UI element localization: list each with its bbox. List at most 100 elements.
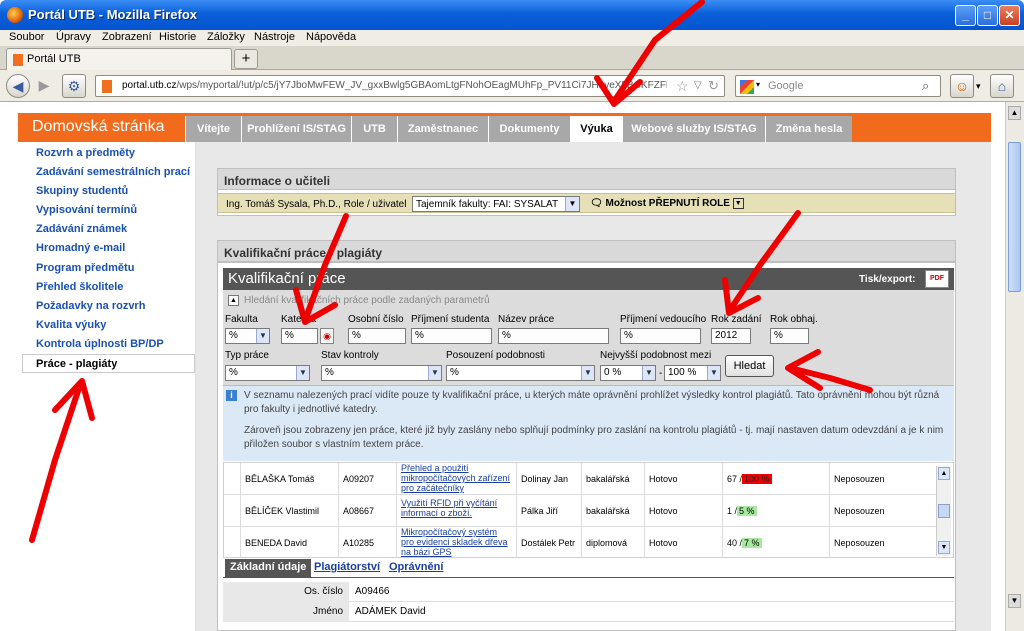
tab-zamestnanec[interactable]: Zaměstnanec: [397, 116, 488, 142]
role-select[interactable]: Tajemník fakulty: FAI: SYSALAT ▼: [412, 196, 580, 212]
osobni-input[interactable]: %: [348, 328, 406, 344]
addon-icon[interactable]: ☺: [950, 74, 974, 98]
home-title[interactable]: Domovská stránka: [32, 118, 165, 136]
menu-napoveda[interactable]: Nápověda: [306, 31, 356, 43]
thesis-link[interactable]: Přehled a použití mikropočítačových zaří…: [401, 463, 510, 493]
back-button[interactable]: ◀: [6, 74, 30, 98]
sidebar-item-terminy[interactable]: Vypisování termínů: [36, 204, 137, 216]
chevron-down-icon: ▼: [296, 366, 309, 380]
tab-opravneni[interactable]: Oprávnění: [384, 559, 448, 577]
vedouci-input[interactable]: %: [620, 328, 701, 344]
prijmeni-input[interactable]: %: [411, 328, 492, 344]
rok-zadani-input[interactable]: 2012: [711, 328, 751, 344]
thesis-link[interactable]: Mikropočítačový systém pro evidenci skla…: [401, 527, 508, 557]
forward-button[interactable]: ▶: [32, 74, 56, 98]
site-favicon-icon: [102, 80, 112, 93]
switch-role-button[interactable]: 🗨 Možnost PŘEPNUTÍ ROLE ▼: [590, 198, 744, 209]
dropdown-arrow-icon[interactable]: ▽: [694, 80, 702, 91]
typ-select[interactable]: % ▼: [225, 365, 310, 381]
role-bar: Ing. Tomáš Sysala, Ph.D., Role / uživate…: [217, 193, 956, 213]
cell-typ: bakalářská: [582, 495, 645, 526]
search-icon[interactable]: ⌕: [922, 78, 929, 94]
scroll-thumb[interactable]: [1008, 142, 1021, 292]
fakulta-label: Fakulta: [225, 314, 258, 325]
home-icon[interactable]: ⌂: [990, 74, 1014, 98]
tab-plagiatorstvi[interactable]: Plagiátorství: [309, 559, 385, 577]
table-scroll-thumb[interactable]: [938, 504, 950, 518]
tab-zmena-hesla[interactable]: Změna hesla: [765, 116, 852, 142]
tab-utb[interactable]: UTB: [351, 116, 397, 142]
table-row[interactable]: BĚLAŠKA Tomáš A09207 Přehled a použití m…: [224, 463, 937, 495]
menu-zalozky[interactable]: Záložky: [207, 31, 245, 43]
stav-select[interactable]: % ▼: [321, 365, 442, 381]
browser-tab-strip: Portál UTB +: [0, 46, 1024, 70]
url-text: portal.utb.cz/wps/myportal/!ut/p/c5/jY7J…: [122, 80, 667, 91]
info-icon: i: [226, 390, 237, 401]
katedra-input[interactable]: %: [281, 328, 318, 344]
menu-nastroje[interactable]: Nástroje: [254, 31, 295, 43]
sidebar-item-email[interactable]: Hromadný e-mail: [36, 242, 125, 254]
menu-historie[interactable]: Historie: [159, 31, 196, 43]
scroll-down-icon[interactable]: ▼: [1008, 594, 1021, 608]
prijmeni-label: Příjmení studenta: [411, 314, 490, 325]
katedra-picker-icon[interactable]: ◉: [320, 328, 334, 344]
scroll-down-icon[interactable]: ▼: [938, 541, 950, 554]
rok-obhaj-input[interactable]: %: [770, 328, 809, 344]
tab-webove-sluzby[interactable]: Webové služby IS/STAG: [622, 116, 765, 142]
sidebar-item-kontrola[interactable]: Kontrola úplnosti BP/DP: [36, 338, 164, 350]
tab-zakladni-udaje[interactable]: Základní údaje: [225, 559, 312, 577]
url-bar[interactable]: portal.utb.cz/wps/myportal/!ut/p/c5/jY7J…: [95, 75, 725, 97]
table-row[interactable]: BENEDA David A10285 Mikropočítačový syst…: [224, 527, 937, 559]
sidebar-item-plagiaty[interactable]: Práce - plagiáty: [22, 354, 195, 373]
reload-icon[interactable]: ↻: [708, 78, 719, 94]
maximize-button[interactable]: □: [977, 5, 998, 26]
bookmark-star-icon[interactable]: ☆: [676, 78, 689, 95]
cell-posouzeni: Neposouzen: [834, 473, 885, 484]
engine-dropdown-icon[interactable]: ▾: [756, 80, 760, 89]
site-identity-icon[interactable]: ⚙: [62, 74, 86, 98]
tab-vyuka[interactable]: Výuka: [570, 116, 622, 142]
table-scrollbar[interactable]: ▲ ▼: [936, 466, 951, 556]
sidebar-item-program[interactable]: Program předmětu: [36, 262, 134, 274]
cell-stav: Hotovo: [645, 527, 723, 558]
rok-obhaj-label: Rok obhaj.: [770, 314, 818, 325]
sidebar-item-skolitel[interactable]: Přehled školitele: [36, 281, 123, 293]
nazev-input[interactable]: %: [498, 328, 609, 344]
menu-upravy[interactable]: Úpravy: [56, 31, 91, 43]
switch-role-dropdown-icon: ▼: [732, 198, 744, 209]
detail-label: Os. číslo: [223, 582, 349, 602]
podobnost-do-select[interactable]: 100 % ▼: [664, 365, 721, 381]
thesis-link[interactable]: Využití RFID při vyčítání informací o zb…: [401, 498, 497, 518]
search-bar[interactable]: ▾ Google ⌕: [735, 75, 941, 97]
menu-zobrazeni[interactable]: Zobrazení: [102, 31, 152, 43]
minimize-button[interactable]: _: [955, 5, 976, 26]
menu-soubor[interactable]: Soubor: [9, 31, 44, 43]
scroll-up-icon[interactable]: ▲: [1008, 106, 1021, 120]
nazev-label: Název práce: [498, 314, 555, 325]
search-button[interactable]: Hledat: [725, 355, 774, 377]
sidebar-item-znamky[interactable]: Zadávání známek: [36, 223, 127, 235]
sidebar-item-rozvrh[interactable]: Rozvrh a předměty: [36, 147, 135, 159]
table-row[interactable]: BĚLÍČEK Vlastimil A08667 Využití RFID př…: [224, 495, 937, 527]
close-button[interactable]: ✕: [999, 5, 1020, 26]
pdf-export-icon[interactable]: PDF: [925, 270, 949, 288]
scroll-up-icon[interactable]: ▲: [938, 467, 950, 480]
utb-favicon-icon: [13, 54, 23, 66]
posouzeni-select[interactable]: % ▼: [446, 365, 595, 381]
collapse-icon[interactable]: ▲: [228, 295, 239, 306]
tab-prohlizeni[interactable]: Prohlížení IS/STAG: [241, 116, 351, 142]
new-tab-button[interactable]: +: [234, 49, 258, 69]
sidebar-item-skupiny[interactable]: Skupiny studentů: [36, 185, 128, 197]
fakulta-select[interactable]: % ▼: [225, 328, 270, 344]
browser-tab[interactable]: Portál UTB: [6, 48, 232, 70]
tab-dokumenty[interactable]: Dokumenty: [488, 116, 570, 142]
detail-value: ADÁMEK David: [355, 606, 426, 617]
sidebar-item-zadavani-praci[interactable]: Zadávání semestrálních prací: [36, 166, 190, 178]
addon-dropdown-icon[interactable]: ▾: [976, 81, 981, 92]
podobnost-od-select[interactable]: 0 % ▼: [600, 365, 656, 381]
sidebar-item-kvalita[interactable]: Kvalita výuky: [36, 319, 106, 331]
tab-vitejte[interactable]: Vítejte: [185, 116, 241, 142]
sidebar-item-pozadavky[interactable]: Požadavky na rozvrh: [36, 300, 145, 312]
page-scrollbar[interactable]: ▲ ▼: [1005, 102, 1024, 631]
info-text-2: Zároveň jsou zobrazeny jen práce, které …: [244, 425, 944, 450]
